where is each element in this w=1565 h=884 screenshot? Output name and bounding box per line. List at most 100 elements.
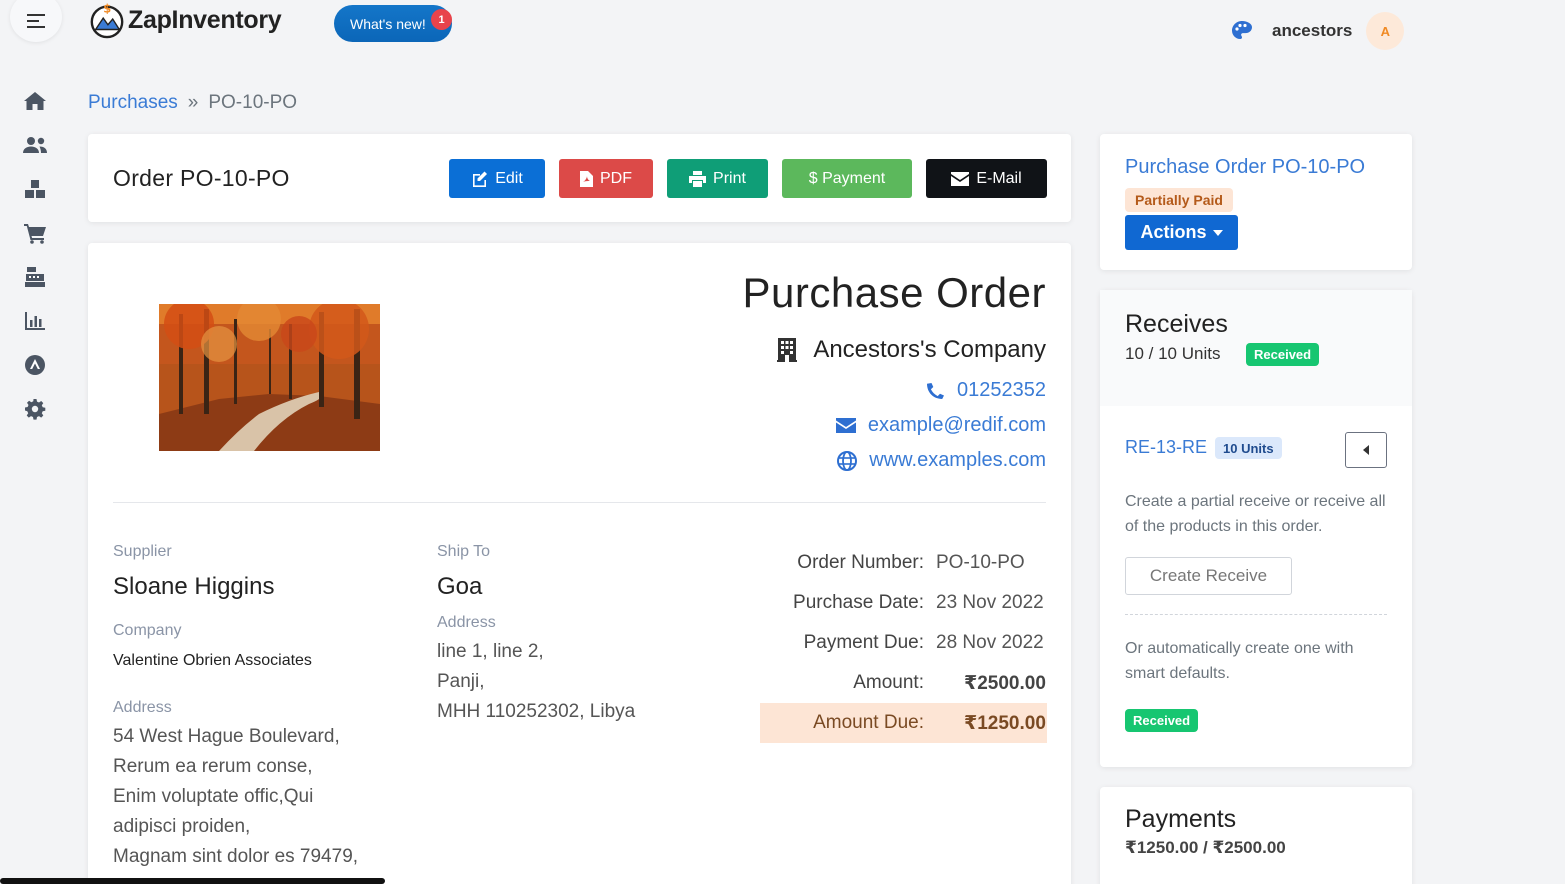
order-number-label: Order Number:	[797, 552, 924, 573]
amount-due-label: Amount Due:	[813, 712, 924, 733]
supplier-company-label: Company	[113, 622, 182, 639]
receives-card: Receives 10 / 10 Units Received RE-13-RE…	[1100, 290, 1412, 767]
payment-due-label: Payment Due:	[803, 632, 924, 653]
breadcrumb-purchases-link[interactable]: Purchases	[88, 92, 178, 114]
amount-due-value: ₹1250.00	[964, 712, 1046, 734]
actions-label: Actions	[1140, 222, 1207, 242]
phone-number: 01252352	[957, 379, 1046, 401]
ship-to-address-line: line 1, line 2,	[437, 641, 544, 662]
supplier-address-line: 54 West Hague Boulevard,	[113, 726, 340, 747]
payments-card: Payments ₹1250.00 / ₹2500.00	[1100, 787, 1412, 884]
breadcrumb-separator: »	[187, 92, 199, 113]
receive-ref-link[interactable]: RE-13-RE	[1125, 437, 1207, 458]
receives-title: Receives	[1125, 310, 1228, 338]
svg-text:$: $	[103, 1, 111, 15]
purchase-date-row: Purchase Date: 23 Nov 2022	[760, 583, 1047, 623]
supplier-address-line: Magnam sint dolor es 79479,	[113, 846, 359, 867]
breadcrumb-current: PO-10-PO	[208, 92, 298, 113]
payments-title: Payments	[1125, 805, 1237, 833]
actions-dropdown-button[interactable]: Actions	[1125, 215, 1238, 250]
whats-new-button[interactable]: What's new! 1	[334, 5, 452, 42]
company-image	[159, 304, 380, 451]
ship-to-address: line 1, line 2, Panji, MHH 110252302, Li…	[437, 637, 635, 727]
auto-receive-text: Or automatically create one with smart d…	[1125, 640, 1354, 682]
receives-status-badge: Received	[1246, 343, 1320, 366]
email-button[interactable]: E-Mail	[926, 159, 1047, 198]
payment-label: $ Payment	[808, 169, 886, 187]
ship-to-name: Goa	[437, 573, 483, 600]
edit-label: Edit	[495, 169, 523, 187]
amount-row: Amount: ₹2500.00	[760, 663, 1047, 703]
company-phone[interactable]: 01252352	[925, 379, 1046, 402]
boxes-icon[interactable]	[22, 176, 48, 202]
app-logo[interactable]: $ ZapInventory	[88, 0, 282, 40]
envelope-icon	[951, 171, 970, 186]
receives-units: 10 / 10 Units	[1125, 344, 1221, 363]
print-button[interactable]: Print	[667, 159, 768, 198]
document-heading: Purchase Order	[742, 269, 1046, 316]
app-store-icon[interactable]	[22, 352, 48, 378]
amount-value: ₹2500.00	[964, 672, 1046, 694]
supplier-company: Valentine Obrien Associates	[113, 652, 312, 669]
edit-icon	[473, 171, 488, 187]
supplier-address: 54 West Hague Boulevard, Rerum ea rerum …	[113, 722, 358, 872]
section-divider	[113, 502, 1046, 503]
company-website[interactable]: www.examples.com	[837, 449, 1046, 472]
ship-to-label: Ship To	[437, 543, 491, 560]
building-icon	[777, 338, 798, 362]
website-url: www.examples.com	[869, 449, 1046, 471]
gear-icon[interactable]	[22, 396, 48, 422]
palette-icon[interactable]	[1230, 19, 1254, 43]
receive-expand-button[interactable]	[1345, 432, 1387, 468]
receive-units-badge: 10 Units	[1215, 437, 1282, 459]
dashed-divider	[1125, 614, 1387, 615]
ship-to-address-label: Address	[437, 614, 496, 631]
supplier-name: Sloane Higgins	[113, 573, 275, 600]
avatar[interactable]: A	[1366, 12, 1405, 50]
hamburger-icon	[27, 14, 45, 28]
logo-icon: $	[90, 1, 124, 39]
envelope-icon	[835, 418, 856, 433]
home-icon[interactable]	[22, 88, 48, 114]
ship-to-address-line: MHH 110252302, Libya	[437, 701, 636, 722]
purchase-date-value: 23 Nov 2022	[936, 592, 1044, 613]
supplier-address-label: Address	[113, 699, 172, 716]
company-email[interactable]: example@redif.com	[835, 414, 1046, 437]
auto-receive-button[interactable]: Received	[1125, 709, 1199, 732]
whats-new-label: What's new!	[350, 15, 426, 32]
caret-left-icon	[1363, 445, 1369, 455]
payment-due-row: Payment Due: 28 Nov 2022	[760, 623, 1047, 663]
payment-due-value: 28 Nov 2022	[936, 632, 1044, 653]
payments-totals: ₹1250.00 / ₹2500.00	[1125, 838, 1286, 857]
cart-icon[interactable]	[22, 220, 48, 246]
users-icon[interactable]	[22, 132, 48, 158]
company-name: Ancestors's Company	[813, 336, 1046, 363]
company-name-line: Ancestors's Company	[777, 336, 1046, 364]
file-pdf-icon	[580, 170, 593, 187]
amount-label: Amount:	[853, 672, 924, 693]
summary-title-link[interactable]: Purchase Order PO-10-PO	[1125, 156, 1365, 179]
phone-icon	[927, 382, 945, 399]
pdf-label: PDF	[600, 169, 632, 187]
status-badge: Partially Paid	[1125, 188, 1233, 212]
supplier-address-line: Enim voluptate offic,Qui	[113, 786, 314, 807]
pdf-button[interactable]: PDF	[559, 159, 653, 198]
cash-register-icon[interactable]	[22, 264, 48, 290]
chart-icon[interactable]	[22, 308, 48, 334]
print-label: Print	[713, 169, 746, 187]
notification-badge: 1	[431, 9, 452, 30]
edit-button[interactable]: Edit	[449, 159, 545, 198]
email-label: E-Mail	[976, 169, 1022, 187]
supplier-address-line: adipisci proiden,	[113, 816, 251, 837]
email-address: example@redif.com	[867, 414, 1046, 436]
ship-to-address-line: Panji,	[437, 671, 485, 692]
horizontal-scrollbar[interactable]	[0, 878, 385, 884]
username[interactable]: ancestors	[1272, 21, 1352, 41]
supplier-address-line: Rerum ea rerum conse,	[113, 756, 313, 777]
menu-toggle-button[interactable]	[10, 0, 62, 42]
order-number-row: Order Number: PO-10-PO	[760, 543, 1047, 583]
order-header-card: Order PO-10-PO Edit PDF Print $ Payment …	[88, 134, 1071, 222]
supplier-label: Supplier	[113, 543, 172, 560]
create-receive-button[interactable]: Create Receive	[1125, 557, 1292, 595]
payment-button[interactable]: $ Payment	[782, 159, 912, 198]
